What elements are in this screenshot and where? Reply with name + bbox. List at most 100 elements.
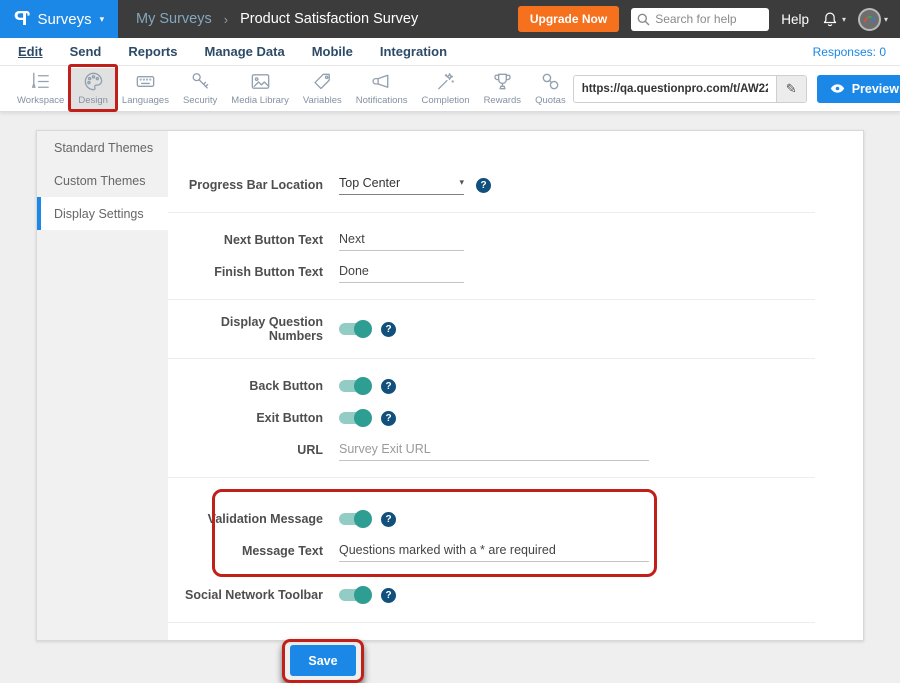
survey-menubar: Edit Send Reports Manage Data Mobile Int… [0, 38, 900, 66]
product-menu-label: Surveys [37, 11, 91, 28]
next-button-text-label: Next Button Text [168, 233, 323, 247]
exit-url-row: URL [168, 438, 815, 462]
tool-variables[interactable]: Variables [296, 68, 349, 109]
search-icon [637, 13, 650, 26]
display-question-numbers-toggle[interactable] [339, 323, 369, 335]
breadcrumb-separator-icon: › [224, 12, 228, 27]
help-icon[interactable]: ? [381, 322, 396, 337]
divider [168, 477, 815, 478]
edit-url-button[interactable]: ✎ [776, 76, 806, 102]
save-button[interactable]: Save [290, 645, 356, 676]
survey-url-input[interactable] [574, 76, 776, 102]
next-button-text-input[interactable] [339, 230, 464, 251]
help-icon[interactable]: ? [381, 379, 396, 394]
search-input[interactable] [631, 8, 769, 31]
media-library-icon [249, 70, 272, 93]
menu-item-reports[interactable]: Reports [128, 44, 177, 59]
divider [168, 212, 815, 213]
pencil-icon: ✎ [786, 81, 797, 96]
account-menu[interactable]: ▾ [858, 8, 888, 31]
edit-toolbar: Workspace Design Languages Security Medi… [0, 66, 900, 112]
social-network-toolbar-toggle[interactable] [339, 589, 369, 601]
progress-bar-location-row: Progress Bar Location Top Center ▾ ? [168, 173, 815, 197]
preview-button[interactable]: Preview [817, 75, 900, 103]
tool-media-library[interactable]: Media Library [224, 68, 296, 109]
tool-security[interactable]: Security [176, 68, 224, 109]
progress-bar-location-label: Progress Bar Location [168, 178, 323, 192]
validation-message-label: Validation Message [168, 512, 323, 526]
social-network-toolbar-row: Social Network Toolbar ? [168, 583, 815, 607]
menu-item-edit[interactable]: Edit [18, 44, 43, 59]
languages-icon [134, 70, 157, 93]
progress-bar-location-select[interactable]: Top Center ▾ [339, 176, 464, 195]
finish-button-text-row: Finish Button Text [168, 260, 815, 284]
divider [168, 299, 815, 300]
help-icon[interactable]: ? [476, 178, 491, 193]
message-text-input[interactable] [339, 541, 649, 562]
gauge-logo-icon [862, 12, 877, 27]
validation-message-row: Validation Message ? [168, 507, 815, 531]
help-icon[interactable]: ? [381, 512, 396, 527]
tool-completion[interactable]: Completion [415, 68, 477, 109]
save-row: Save [168, 645, 815, 676]
display-settings-form: Progress Bar Location Top Center ▾ ? Nex… [168, 131, 863, 640]
tool-design[interactable]: Design [71, 68, 115, 109]
notifications-menu[interactable]: ▾ [821, 10, 846, 29]
variables-icon [311, 70, 334, 93]
validation-annotation-box [212, 489, 657, 577]
tool-languages[interactable]: Languages [115, 68, 176, 109]
page-title: Product Satisfaction Survey [240, 11, 418, 27]
workspace-icon [29, 70, 52, 93]
upgrade-now-button[interactable]: Upgrade Now [518, 6, 619, 32]
responses-count[interactable]: Responses: 0 [813, 45, 886, 59]
menu-item-manage-data[interactable]: Manage Data [204, 44, 284, 59]
design-icon [82, 70, 105, 93]
back-button-row: Back Button ? [168, 374, 815, 398]
back-button-toggle[interactable] [339, 380, 369, 392]
tool-quotas[interactable]: Quotas [528, 68, 573, 109]
menu-item-integration[interactable]: Integration [380, 44, 447, 59]
finish-button-text-input[interactable] [339, 262, 464, 283]
help-search [631, 8, 769, 31]
breadcrumb-parent[interactable]: My Surveys [136, 11, 212, 27]
display-settings-panel: Standard Themes Custom Themes Display Se… [36, 130, 864, 641]
quotas-icon [539, 70, 562, 93]
divider [168, 622, 815, 623]
tool-notifications[interactable]: Notifications [349, 68, 415, 109]
themes-sidebar: Standard Themes Custom Themes Display Se… [37, 131, 168, 640]
chevron-down-icon: ▾ [100, 14, 105, 25]
sidebar-item-display-settings[interactable]: Display Settings [37, 197, 168, 230]
exit-button-row: Exit Button ? [168, 406, 815, 430]
divider [168, 358, 815, 359]
completion-icon [434, 70, 457, 93]
next-button-text-row: Next Button Text [168, 228, 815, 252]
bell-icon [821, 10, 839, 29]
chevron-down-icon: ▾ [842, 15, 846, 24]
chevron-down-icon: ▾ [884, 15, 888, 24]
security-icon [189, 70, 212, 93]
notifications-icon [370, 70, 393, 93]
tool-rewards[interactable]: Rewards [477, 68, 529, 109]
menu-item-mobile[interactable]: Mobile [312, 44, 353, 59]
exit-button-label: Exit Button [168, 411, 323, 425]
tool-workspace[interactable]: Workspace [10, 68, 71, 109]
back-button-label: Back Button [168, 379, 323, 393]
exit-url-label: URL [168, 443, 323, 457]
finish-button-text-label: Finish Button Text [168, 265, 323, 279]
help-icon[interactable]: ? [381, 411, 396, 426]
eye-icon [830, 83, 845, 94]
display-question-numbers-row: Display Question Numbers ? [168, 315, 815, 343]
product-switcher[interactable]: Ƥ Surveys ▾ [0, 0, 118, 38]
help-link[interactable]: Help [781, 12, 809, 27]
validation-message-toggle[interactable] [339, 513, 369, 525]
top-header: Ƥ Surveys ▾ My Surveys › Product Satisfa… [0, 0, 900, 38]
validation-section: Validation Message ? Message Text [168, 493, 815, 575]
message-text-label: Message Text [168, 544, 323, 558]
help-icon[interactable]: ? [381, 588, 396, 603]
sidebar-item-standard-themes[interactable]: Standard Themes [37, 131, 168, 164]
exit-url-input[interactable] [339, 440, 649, 461]
menu-item-send[interactable]: Send [70, 44, 102, 59]
sidebar-item-custom-themes[interactable]: Custom Themes [37, 164, 168, 197]
display-question-numbers-label: Display Question Numbers [168, 315, 323, 343]
exit-button-toggle[interactable] [339, 412, 369, 424]
